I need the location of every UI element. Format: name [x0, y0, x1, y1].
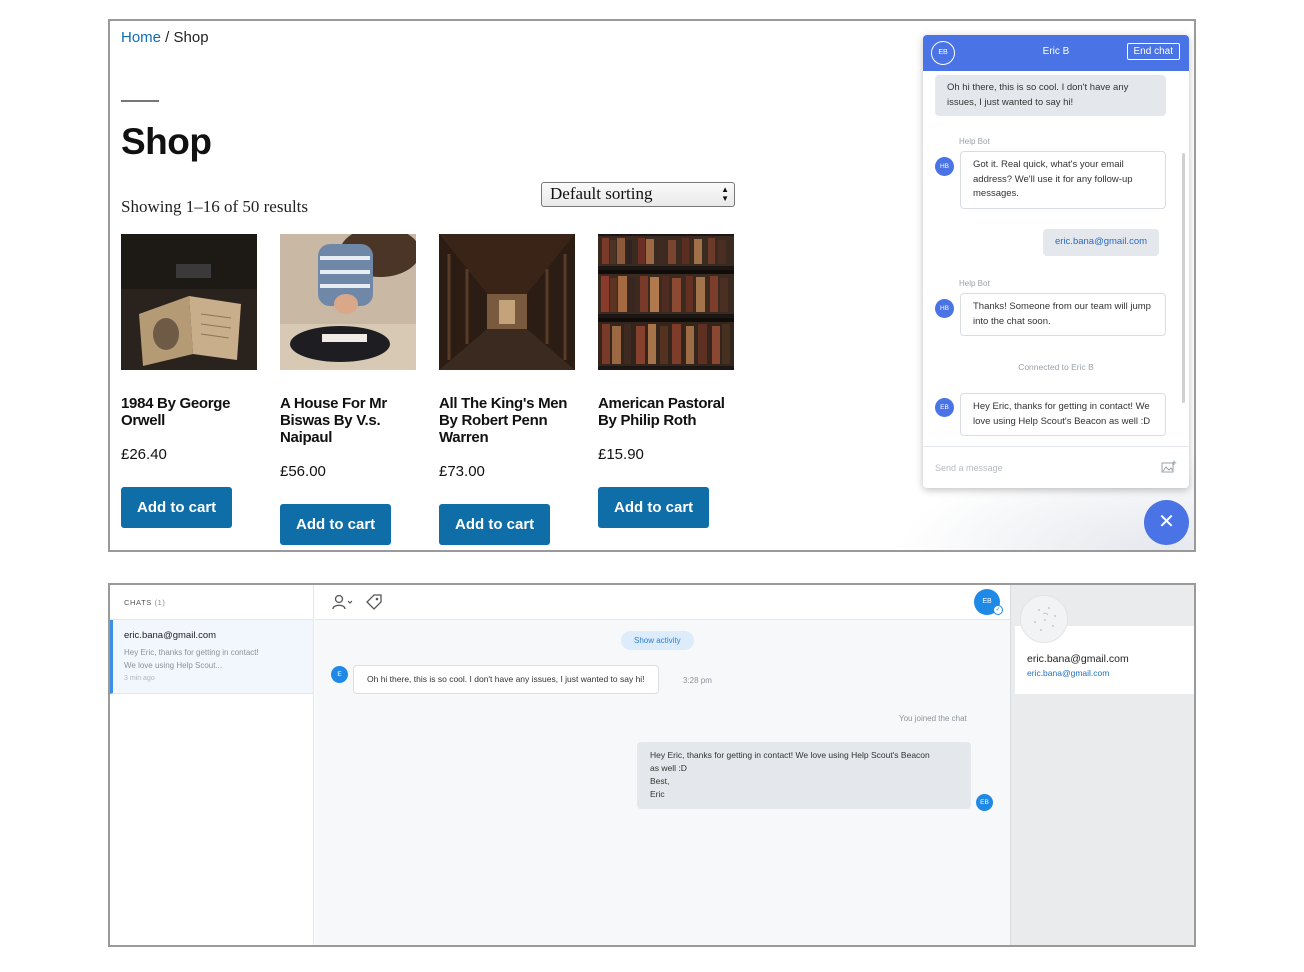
profile-email-link[interactable]: eric.bana@gmail.com [1027, 668, 1109, 678]
add-to-cart-button[interactable]: Add to cart [439, 504, 551, 545]
add-to-cart-button[interactable]: Add to cart [598, 487, 710, 528]
bot-label: Help Bot [959, 279, 990, 288]
add-to-cart-button[interactable]: Add to cart [280, 504, 392, 545]
breadcrumb: Home / Shop [121, 29, 209, 46]
customer-message: Oh hi there, this is so cool. I don't ha… [353, 665, 659, 694]
breadcrumb-current: Shop [173, 29, 209, 46]
customer-message: Oh hi there, this is so cool. I don't ha… [935, 75, 1166, 116]
customer-profile-pane: eric.bana@gmail.com eric.bana@gmail.com [1010, 585, 1194, 945]
person-reading-book-photo[interactable] [280, 234, 416, 370]
agent-message-line: Hey Eric, thanks for getting in contact!… [650, 750, 930, 760]
beacon-scrollbar[interactable] [1182, 153, 1185, 403]
product-card: 1984 By George Orwell £26.40 Add to cart [121, 234, 257, 528]
end-chat-button[interactable]: End chat [1126, 43, 1180, 60]
product-price: £15.90 [598, 446, 644, 463]
product-price: £56.00 [280, 463, 326, 480]
beacon-header: EB Eric B End chat [923, 35, 1189, 71]
customer-avatar: E [331, 666, 348, 683]
close-beacon-button[interactable]: ✕ [1144, 500, 1189, 545]
chats-label: CHATS [124, 598, 152, 607]
message-input[interactable]: Send a message [935, 463, 1003, 473]
chat-list-item[interactable]: eric.bana@gmail.com Hey Eric, thanks for… [110, 620, 313, 694]
bot-avatar: HB [935, 157, 954, 176]
chats-count: (1) [154, 598, 166, 607]
joined-notice: You joined the chat [899, 714, 967, 723]
agent-message-line: Eric [650, 789, 665, 799]
message-composer[interactable]: Send a message [923, 446, 1189, 488]
tag-icon[interactable] [366, 594, 382, 610]
profile-name: eric.bana@gmail.com [1027, 653, 1129, 665]
shop-window: Home / Shop Shop Showing 1–16 of 50 resu… [108, 19, 1196, 552]
agent-message: Hey Eric, thanks for getting in contact!… [637, 742, 971, 809]
product-title[interactable]: All The King's Men By Robert Penn Warren [439, 395, 575, 446]
chat-preview-line: We love using Help Scout... [124, 661, 223, 670]
product-title[interactable]: A House For Mr Biswas By V.s. Naipaul [280, 395, 416, 446]
library-hall-photo[interactable] [439, 234, 575, 370]
sorting-select[interactable]: Default sorting ▲ ▼ [541, 182, 735, 207]
breadcrumb-separator: / [161, 29, 174, 46]
add-image-icon[interactable] [1161, 460, 1177, 474]
sorting-selected-value: Default sorting [550, 184, 653, 203]
connected-notice: Connected to Eric B [1018, 362, 1094, 372]
title-divider [121, 100, 159, 102]
agent-message-line: as well :D [650, 763, 687, 773]
conversation-pane: EB ✓ Show activity E Oh hi there, this i… [315, 585, 1010, 945]
bot-message: Thanks! Someone from our team will jump … [960, 293, 1166, 336]
show-activity-button[interactable]: Show activity [621, 631, 694, 650]
product-card: All The King's Men By Robert Penn Warren… [439, 234, 575, 545]
product-card: A House For Mr Biswas By V.s. Naipaul £5… [280, 234, 416, 545]
chat-item-time: 3 min ago [124, 675, 155, 682]
bot-message: Got it. Real quick, what's your email ad… [960, 151, 1166, 209]
avatar-pattern-icon [1034, 607, 1056, 631]
product-price: £26.40 [121, 446, 167, 463]
beacon-chat-widget: EB Eric B End chat Oh hi there, this is … [923, 35, 1189, 488]
customer-email-message: eric.bana@gmail.com [1043, 229, 1160, 256]
chats-sidebar: CHATS (1) eric.bana@gmail.com Hey Eric, … [110, 585, 314, 945]
product-card: American Pastoral By Philip Roth £15.90 … [598, 234, 734, 528]
product-title[interactable]: 1984 By George Orwell [121, 395, 257, 429]
assign-user-icon[interactable] [332, 594, 354, 610]
product-title[interactable]: American Pastoral By Philip Roth [598, 395, 734, 429]
breadcrumb-home-link[interactable]: Home [121, 29, 161, 46]
chat-preview-line: Hey Eric, thanks for getting in contact! [124, 648, 259, 657]
chats-header: CHATS (1) [110, 585, 313, 620]
open-old-book-photo[interactable] [121, 234, 257, 370]
agent-message-line: Best, [650, 776, 670, 786]
product-price: £73.00 [439, 463, 485, 480]
agent-inbox-window: CHATS (1) eric.bana@gmail.com Hey Eric, … [108, 583, 1196, 947]
agent-message-avatar: EB [976, 794, 993, 811]
agent-message: Hey Eric, thanks for getting in contact!… [960, 393, 1166, 436]
bot-label: Help Bot [959, 137, 990, 146]
chat-item-email: eric.bana@gmail.com [124, 630, 217, 641]
bookshelf-photo[interactable] [598, 234, 734, 370]
customer-avatar-image [1020, 595, 1068, 643]
message-timestamp: 3:28 pm [683, 676, 712, 685]
result-count: Showing 1–16 of 50 results [121, 197, 308, 216]
beacon-messages[interactable]: Oh hi there, this is so cool. I don't ha… [923, 71, 1189, 445]
chat-item-preview: Hey Eric, thanks for getting in contact!… [124, 646, 294, 672]
bot-avatar: HB [935, 299, 954, 318]
conversation-toolbar: EB ✓ [315, 585, 1010, 620]
agent-message-avatar: EB [935, 398, 954, 417]
online-check-icon: ✓ [993, 605, 1003, 615]
select-arrows-icon: ▲ ▼ [721, 185, 729, 203]
page-title: Shop [121, 121, 212, 162]
add-to-cart-button[interactable]: Add to cart [121, 487, 233, 528]
